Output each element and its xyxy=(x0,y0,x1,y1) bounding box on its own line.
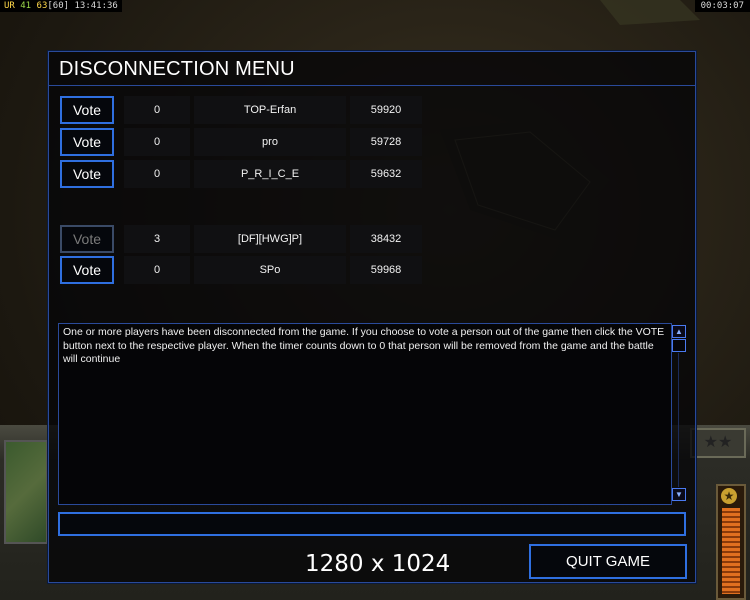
scroll-track[interactable] xyxy=(678,353,679,487)
power-meter-fill xyxy=(722,508,740,594)
player-timer: 59632 xyxy=(350,160,422,188)
fps-value-secondary: 63 xyxy=(36,1,48,11)
vote-button[interactable]: Vote xyxy=(60,96,114,124)
player-name: TOP-Erfan xyxy=(194,96,346,124)
player-timer: 59920 xyxy=(350,96,422,124)
player-name: P_R_I_C_E xyxy=(194,160,346,188)
chat-input[interactable] xyxy=(58,512,686,536)
vote-button-disabled: Vote xyxy=(60,225,114,253)
vote-button[interactable]: Vote xyxy=(60,128,114,156)
hud-status-readout: UR 41 63[60] 13:41:36 xyxy=(0,0,122,12)
ur-label: UR xyxy=(4,1,15,11)
fps-cap: [60] xyxy=(47,1,70,11)
rank-stars-icon: ★★ xyxy=(690,428,746,458)
player-timer: 38432 xyxy=(350,225,422,253)
system-clock: 13:41:36 xyxy=(74,1,118,11)
game-timer: 00:03:07 xyxy=(694,0,750,12)
player-name: [DF][HWG]P] xyxy=(194,225,346,253)
general-star-icon: ★ xyxy=(721,488,737,504)
power-meter: ★ xyxy=(716,484,746,600)
player-timer: 59968 xyxy=(350,256,422,284)
vote-count: 3 xyxy=(124,225,190,253)
minimap[interactable] xyxy=(4,440,48,544)
vote-count: 0 xyxy=(124,128,190,156)
disconnection-dialog: DISCONNECTION MENU Vote 0 TOP-Erfan 5992… xyxy=(48,51,696,583)
vote-button[interactable]: Vote xyxy=(60,160,114,188)
fps-value: 41 xyxy=(20,1,32,11)
player-timer: 59728 xyxy=(350,128,422,156)
vote-count: 0 xyxy=(124,96,190,124)
vote-button[interactable]: Vote xyxy=(60,256,114,284)
player-name: pro xyxy=(194,128,346,156)
vote-count: 0 xyxy=(124,160,190,188)
vote-count: 0 xyxy=(124,256,190,284)
dialog-title: DISCONNECTION MENU xyxy=(49,52,695,86)
resolution-watermark: 1280 x 1024 xyxy=(305,551,451,577)
quit-game-button[interactable]: QUIT GAME xyxy=(529,544,687,579)
disconnection-message: One or more players have been disconnect… xyxy=(63,326,665,365)
player-name: SPo xyxy=(194,256,346,284)
scroll-down-arrow-icon[interactable]: ▼ xyxy=(672,488,686,501)
message-box: One or more players have been disconnect… xyxy=(58,323,672,505)
scroll-up-arrow-icon[interactable]: ▲ xyxy=(672,325,686,338)
scroll-thumb[interactable] xyxy=(672,339,686,352)
message-scrollbar[interactable]: ▲ ▼ xyxy=(672,323,686,503)
